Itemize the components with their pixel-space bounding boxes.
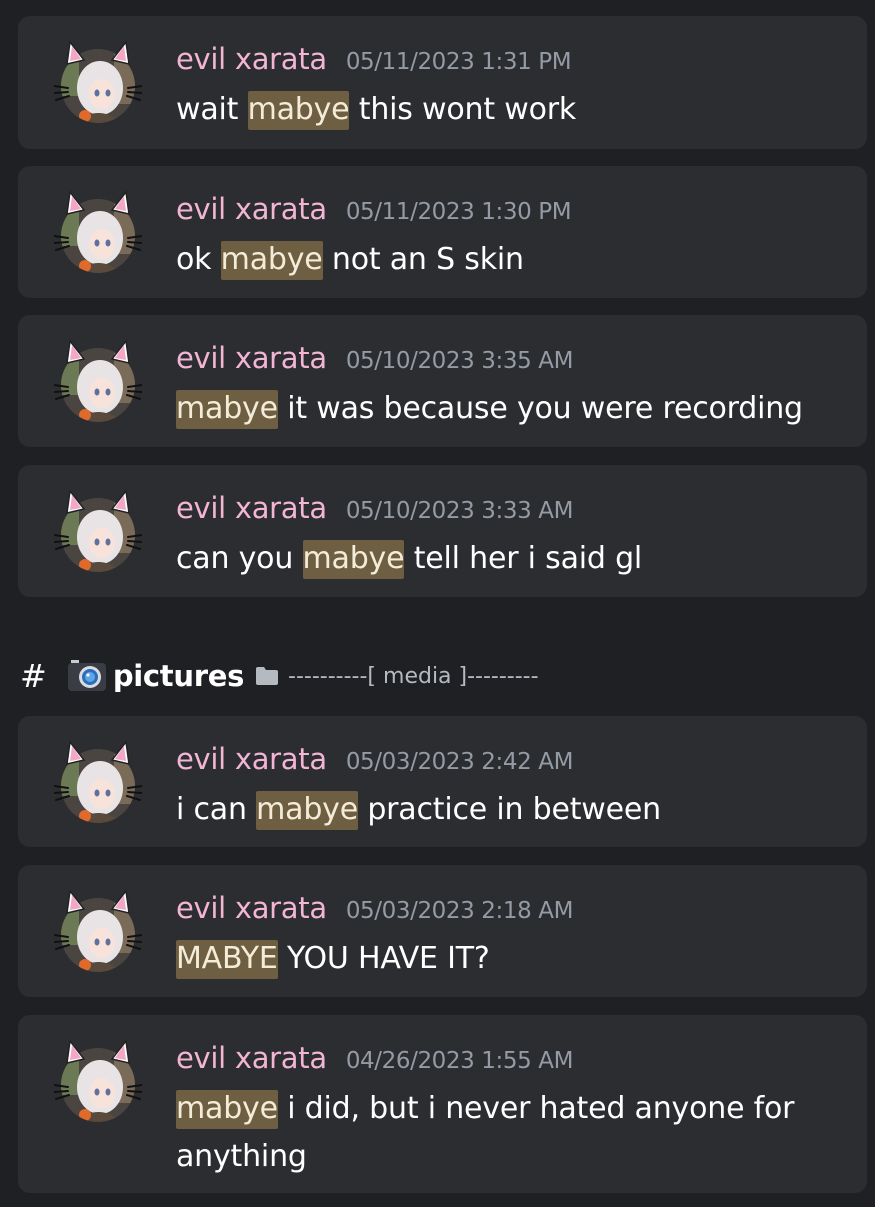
message-text: YOU HAVE IT?	[277, 941, 490, 976]
author-name[interactable]: evil xarata	[176, 491, 327, 525]
message-content: wait mabye this wont work	[176, 86, 837, 134]
avatar[interactable]	[53, 485, 143, 575]
message-text: this wont work	[349, 92, 577, 127]
message-card[interactable]: evil xarata 05/03/2023 2:42 AM i can mab…	[18, 716, 867, 847]
avatar[interactable]	[53, 736, 143, 826]
message-content: can you mabye tell her i said gl	[176, 535, 837, 583]
message-content: i can mabye practice in between	[176, 786, 837, 834]
message-header: evil xarata 05/03/2023 2:18 AM	[176, 891, 573, 925]
message-timestamp: 04/26/2023 1:55 AM	[345, 1048, 574, 1074]
avatar[interactable]	[53, 335, 143, 425]
message-text: practice in between	[357, 792, 661, 827]
avatar[interactable]	[53, 36, 143, 126]
channel-hash: #	[20, 657, 47, 695]
search-highlight: mabye	[247, 91, 350, 130]
message-text: ok	[176, 242, 221, 277]
message-card[interactable]: evil xarata 05/11/2023 1:31 PM wait maby…	[18, 16, 867, 149]
message-header: evil xarata 05/10/2023 3:33 AM	[176, 491, 573, 525]
message-timestamp: 05/03/2023 2:18 AM	[345, 898, 574, 924]
search-highlight: MABYE	[176, 940, 278, 979]
message-text: not an S skin	[322, 242, 524, 277]
message-card[interactable]: evil xarata 04/26/2023 1:55 AM mabye i d…	[18, 1015, 867, 1193]
search-highlight: mabye	[176, 390, 278, 429]
message-content: MABYE YOU HAVE IT?	[176, 935, 837, 983]
message-content: ok mabye not an S skin	[176, 236, 837, 284]
author-name[interactable]: evil xarata	[176, 341, 327, 375]
message-timestamp: 05/11/2023 1:30 PM	[345, 199, 572, 225]
message-timestamp: 05/11/2023 1:31 PM	[345, 49, 572, 75]
author-name[interactable]: evil xarata	[176, 1041, 327, 1075]
message-header: evil xarata 04/26/2023 1:55 AM	[176, 1041, 573, 1075]
message-timestamp: 05/10/2023 3:33 AM	[345, 498, 574, 524]
message-header: evil xarata 05/03/2023 2:42 AM	[176, 742, 573, 776]
search-highlight: mabye	[302, 540, 405, 579]
message-timestamp: 05/03/2023 2:42 AM	[345, 749, 574, 775]
author-name[interactable]: evil xarata	[176, 42, 327, 76]
message-content: mabye i did, but i never hated anyone fo…	[176, 1085, 837, 1181]
message-timestamp: 05/10/2023 3:35 AM	[345, 348, 574, 374]
message-header: evil xarata 05/11/2023 1:30 PM	[176, 192, 572, 226]
message-text: can you	[176, 541, 303, 576]
message-text: i can	[176, 792, 257, 827]
message-header: evil xarata 05/10/2023 3:35 AM	[176, 341, 573, 375]
search-highlight: mabye	[256, 791, 358, 830]
message-content: mabye it was because you were recording	[176, 385, 837, 433]
author-name[interactable]: evil xarata	[176, 742, 327, 776]
avatar[interactable]	[53, 885, 143, 975]
message-header: evil xarata 05/11/2023 1:31 PM	[176, 42, 572, 76]
channel-header[interactable]: # pictures ----------[ media ]---------	[20, 650, 539, 702]
message-text: tell her i said gl	[404, 541, 643, 576]
camera-icon	[65, 657, 109, 695]
avatar[interactable]	[53, 186, 143, 276]
search-highlight: mabye	[220, 241, 323, 280]
search-results: evil xarata 05/11/2023 1:31 PM wait maby…	[0, 0, 875, 1207]
message-card[interactable]: evil xarata 05/11/2023 1:30 PM ok mabye …	[18, 166, 867, 298]
category-name: ----------[ media ]---------	[288, 663, 539, 689]
search-highlight: mabye	[176, 1090, 278, 1129]
message-text: it was because you were recording	[277, 391, 803, 426]
author-name[interactable]: evil xarata	[176, 192, 327, 226]
message-card[interactable]: evil xarata 05/10/2023 3:33 AM can you m…	[18, 465, 867, 597]
author-name[interactable]: evil xarata	[176, 891, 327, 925]
message-card[interactable]: evil xarata 05/10/2023 3:35 AM mabye it …	[18, 315, 867, 447]
folder-icon	[254, 665, 280, 687]
avatar[interactable]	[53, 1035, 143, 1125]
channel-name[interactable]: pictures	[113, 659, 245, 693]
message-card[interactable]: evil xarata 05/03/2023 2:18 AM MABYE YOU…	[18, 865, 867, 997]
message-text: wait	[176, 92, 248, 127]
